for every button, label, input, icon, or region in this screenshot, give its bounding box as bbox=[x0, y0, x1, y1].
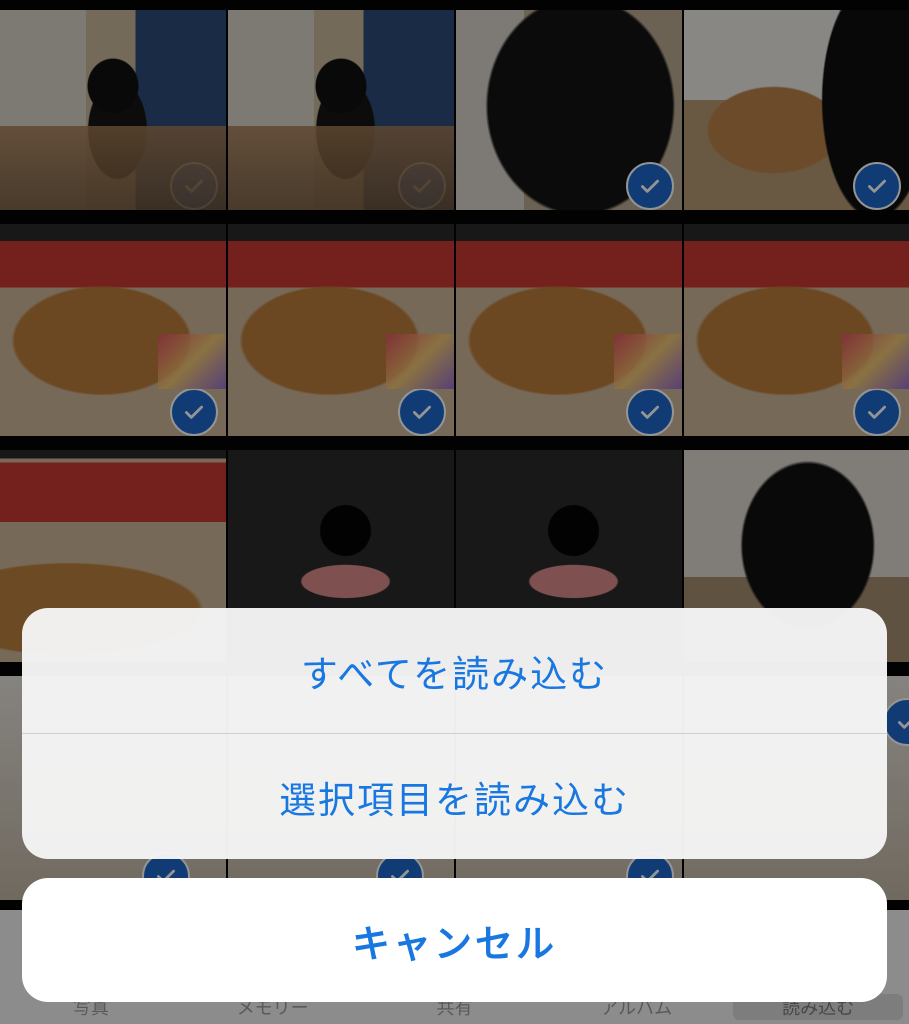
modal-dim-overlay[interactable] bbox=[0, 0, 909, 1024]
cancel-button[interactable]: キャンセル bbox=[22, 878, 887, 1002]
import-selected-button[interactable]: 選択項目を読み込む bbox=[22, 734, 887, 859]
import-all-button[interactable]: すべてを読み込む bbox=[22, 608, 887, 733]
action-sheet: すべてを読み込む 選択項目を読み込む bbox=[22, 608, 887, 859]
